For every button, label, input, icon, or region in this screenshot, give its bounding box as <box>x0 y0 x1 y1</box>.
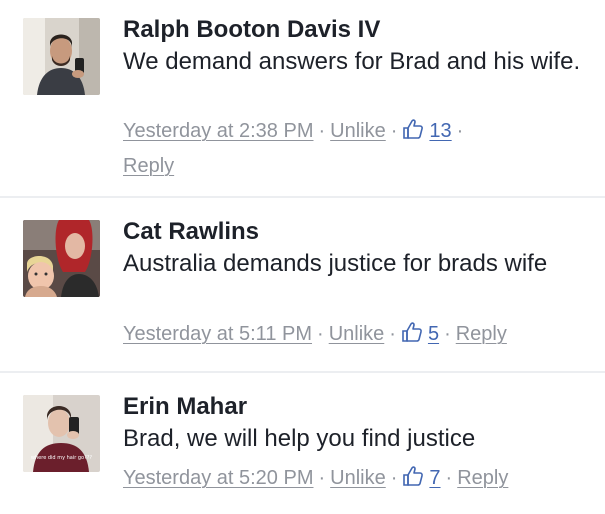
comment-actions: Yesterday at 2:38 PM · Unlike · 13 · Reply <box>123 115 593 182</box>
comment-text: Australia demands justice for brads wife <box>123 250 548 277</box>
separator: · <box>318 120 326 142</box>
unlike-link[interactable]: Unlike <box>330 467 386 489</box>
like-count[interactable]: 7 <box>429 467 440 489</box>
thumbs-up-icon[interactable] <box>402 465 424 497</box>
separator: · <box>317 323 324 345</box>
avatar[interactable]: where did my hair go??? <box>23 395 100 472</box>
divider <box>0 196 605 198</box>
comment-author[interactable]: Cat Rawlins <box>123 217 259 247</box>
separator: · <box>444 323 451 345</box>
avatar[interactable] <box>23 220 100 297</box>
thumbs-up-icon[interactable] <box>402 118 424 150</box>
comment-actions: Yesterday at 5:20 PM · Unlike · 7 · Reply <box>123 462 593 497</box>
comment-timestamp[interactable]: Yesterday at 5:11 PM <box>123 323 312 345</box>
avatar[interactable] <box>23 18 100 95</box>
comment-author[interactable]: Erin Mahar <box>123 392 247 422</box>
divider <box>0 371 605 373</box>
unlike-link[interactable]: Unlike <box>329 323 385 345</box>
comment-timestamp[interactable]: Yesterday at 5:20 PM <box>123 467 314 489</box>
reply-link[interactable]: Reply <box>123 155 174 177</box>
comment-actions: Yesterday at 5:11 PM · Unlike · 5 · Reply <box>123 318 593 353</box>
separator: · <box>318 467 326 489</box>
separator: · <box>390 467 398 489</box>
thumbs-up-icon[interactable] <box>401 321 423 353</box>
avatar-caption: where did my hair go??? <box>30 455 93 461</box>
reply-link[interactable]: Reply <box>456 323 507 345</box>
comment-text: We demand answers for Brad and his wife. <box>123 48 581 75</box>
separator: · <box>390 120 398 142</box>
unlike-link[interactable]: Unlike <box>330 120 386 142</box>
separator: · <box>456 120 464 142</box>
separator: · <box>389 323 396 345</box>
reply-link[interactable]: Reply <box>457 467 508 489</box>
like-count[interactable]: 5 <box>428 323 439 345</box>
comment-timestamp[interactable]: Yesterday at 2:38 PM <box>123 120 314 142</box>
comment-author[interactable]: Ralph Booton Davis IV <box>123 15 380 45</box>
comment-text: Brad, we will help you find justice <box>123 425 476 452</box>
like-count[interactable]: 13 <box>429 120 451 142</box>
separator: · <box>445 467 453 489</box>
